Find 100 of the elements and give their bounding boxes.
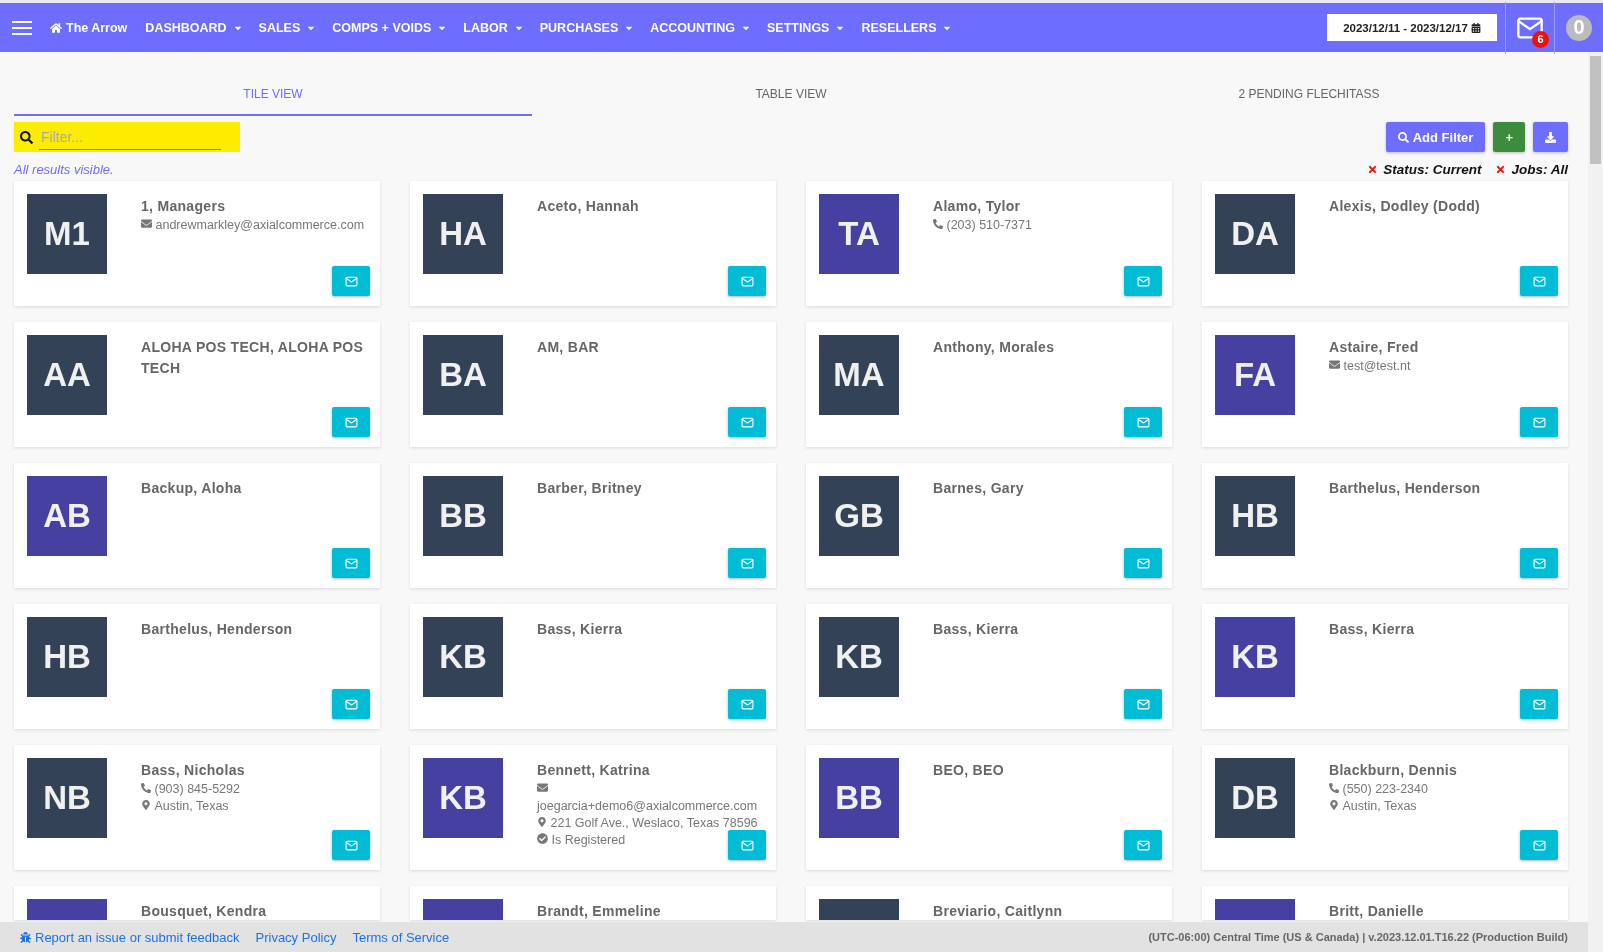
employee-name: Breviario, Caitlynn: [933, 902, 1063, 920]
view-tab[interactable]: 2 PENDING FLECHITASS: [1050, 79, 1568, 116]
add-filter-button[interactable]: Add Filter: [1385, 122, 1486, 152]
view-tab[interactable]: TILE VIEW: [14, 79, 532, 116]
envelope-icon: [344, 697, 358, 711]
nav-menu[interactable]: ACCOUNTING: [650, 20, 751, 35]
email-button[interactable]: [1124, 266, 1162, 296]
employee-name: Alamo, Tylor: [933, 197, 1022, 216]
download-icon: [1545, 131, 1556, 143]
nav-menu[interactable]: RESELLERS: [861, 20, 953, 35]
employee-card[interactable]: AB Backup, Aloha: [14, 463, 380, 588]
envelope-icon: [740, 274, 754, 288]
employee-card[interactable]: BA AM, BAR: [410, 322, 776, 447]
nav-menu[interactable]: LABOR: [463, 20, 524, 35]
download-button[interactable]: [1533, 122, 1568, 152]
initials-avatar: BB: [423, 476, 503, 556]
nav-menu[interactable]: SETTINGS: [766, 20, 846, 35]
initials-avatar: M1: [27, 194, 107, 274]
employee-card[interactable]: TA Alamo, Tylor (203) 510-7371: [806, 181, 1172, 306]
email-button[interactable]: [332, 548, 370, 578]
employee-card[interactable]: DA Alexis, Dodley (Dodd): [1202, 181, 1568, 306]
employee-card[interactable]: HB Barthelus, Henderson: [1202, 463, 1568, 588]
employee-card[interactable]: FA Astaire, Fred test@test.nt: [1202, 322, 1568, 447]
email-button[interactable]: [1124, 830, 1162, 860]
email-button[interactable]: [332, 407, 370, 437]
nav-menu[interactable]: COMPS + VOIDS: [332, 20, 448, 35]
employee-card[interactable]: Bousquet, Kendra: [14, 886, 380, 920]
email-button[interactable]: [728, 830, 766, 860]
email-button[interactable]: [1520, 266, 1558, 296]
email-button[interactable]: [1124, 548, 1162, 578]
employee-card[interactable]: KB Bennett, Katrina joegarcia+demo6@axialcommerce.com 221 Golf Ave., Weslaco, Texas 78596 Is Registered: [410, 745, 776, 870]
employee-card[interactable]: DB Blackburn, Dennis (550) 223-2340 Austin, Texas: [1202, 745, 1568, 870]
employee-card[interactable]: BB Barber, Britney: [410, 463, 776, 588]
active-filter[interactable]: Jobs: All: [1495, 162, 1568, 177]
contact-detail: 221 Golf Ave., Weslaco, Texas 78596: [537, 815, 763, 832]
email-button[interactable]: [1520, 407, 1558, 437]
employee-card[interactable]: KB Bass, Kierra: [410, 604, 776, 729]
envelope-icon: [344, 415, 358, 429]
employee-name: Barnes, Gary: [933, 479, 1024, 498]
email-button[interactable]: [728, 407, 766, 437]
employee-name: Barber, Britney: [537, 479, 642, 498]
employee-card[interactable]: NB Bass, Nicholas (903) 845-5292 Austin, Texas: [14, 745, 380, 870]
employee-card[interactable]: BB BEO, BEO: [806, 745, 1172, 870]
nav-menu[interactable]: DASHBOARD: [145, 20, 243, 35]
employee-name: Barthelus, Henderson: [141, 620, 293, 639]
employee-card[interactable]: Brandt, Emmeline: [410, 886, 776, 920]
envelope-icon: [740, 556, 754, 570]
employee-card[interactable]: KB Bass, Kierra: [1202, 604, 1568, 729]
email-button[interactable]: [728, 689, 766, 719]
envelope-icon: [1136, 697, 1150, 711]
email-button[interactable]: [332, 689, 370, 719]
employee-card[interactable]: GB Barnes, Gary: [806, 463, 1172, 588]
employee-card[interactable]: MA Anthony, Morales: [806, 322, 1172, 447]
envelope-icon: [740, 415, 754, 429]
envelope-icon: [141, 218, 152, 229]
email-button[interactable]: [728, 266, 766, 296]
envelope-icon: [344, 274, 358, 288]
email-button[interactable]: [1124, 689, 1162, 719]
employee-name: Bennett, Katrina: [537, 761, 651, 780]
employee-card[interactable]: KB Bass, Kierra: [806, 604, 1172, 729]
initials-avatar: HB: [27, 617, 107, 697]
nav-menu[interactable]: PURCHASES: [539, 20, 635, 35]
employee-name: Bass, Kierra: [1329, 620, 1415, 639]
employee-name: Barthelus, Henderson: [1329, 479, 1481, 498]
view-tab[interactable]: TABLE VIEW: [532, 79, 1050, 116]
brand-link[interactable]: The Arrow: [50, 20, 128, 35]
email-button[interactable]: [1520, 548, 1558, 578]
employee-card[interactable]: M1 1, Managers andrewmarkley@axialcommerce.com: [14, 181, 380, 306]
footer-link[interactable]: Terms of Service: [352, 929, 450, 945]
initials-avatar: KB: [819, 617, 899, 697]
scrollbar[interactable]: [1588, 52, 1603, 952]
employee-name: ALOHA POS TECH, ALOHA POS TECH: [141, 338, 365, 378]
scrollbar-thumb[interactable]: [1590, 56, 1601, 164]
envelope-icon: [1532, 274, 1546, 288]
user-avatar: 0: [1566, 14, 1592, 41]
filter-field[interactable]: Filter...: [39, 124, 221, 150]
footer-link[interactable]: Report an issue or submit feedback: [20, 929, 240, 945]
employee-card[interactable]: AA ALOHA POS TECH, ALOHA POS TECH: [14, 322, 380, 447]
footer-link[interactable]: Privacy Policy: [255, 929, 337, 945]
nav-menu[interactable]: SALES: [258, 20, 317, 35]
employee-card[interactable]: HA Aceto, Hannah: [410, 181, 776, 306]
email-button[interactable]: [1520, 689, 1558, 719]
employee-name: Astaire, Fred: [1329, 338, 1419, 357]
employee-card[interactable]: Britt, Danielle: [1202, 886, 1568, 920]
messages-button[interactable]: 6: [1505, 1, 1554, 54]
email-button[interactable]: [728, 548, 766, 578]
envelope-icon: [1136, 838, 1150, 852]
envelope-icon: [1532, 838, 1546, 852]
email-button[interactable]: [332, 830, 370, 860]
menu-icon[interactable]: [12, 19, 32, 36]
email-button[interactable]: [1520, 830, 1558, 860]
contact-detail: (550) 223-2340: [1329, 781, 1458, 798]
email-button[interactable]: [1124, 407, 1162, 437]
date-range-field[interactable]: 2023/12/11 - 2023/12/17: [1327, 14, 1497, 41]
add-button[interactable]: +: [1493, 122, 1525, 152]
email-button[interactable]: [332, 266, 370, 296]
employee-card[interactable]: HB Barthelus, Henderson: [14, 604, 380, 729]
employee-card[interactable]: Breviario, Caitlynn: [806, 886, 1172, 920]
active-filter[interactable]: Status: Current: [1367, 162, 1482, 177]
initials-avatar: KB: [423, 617, 503, 697]
